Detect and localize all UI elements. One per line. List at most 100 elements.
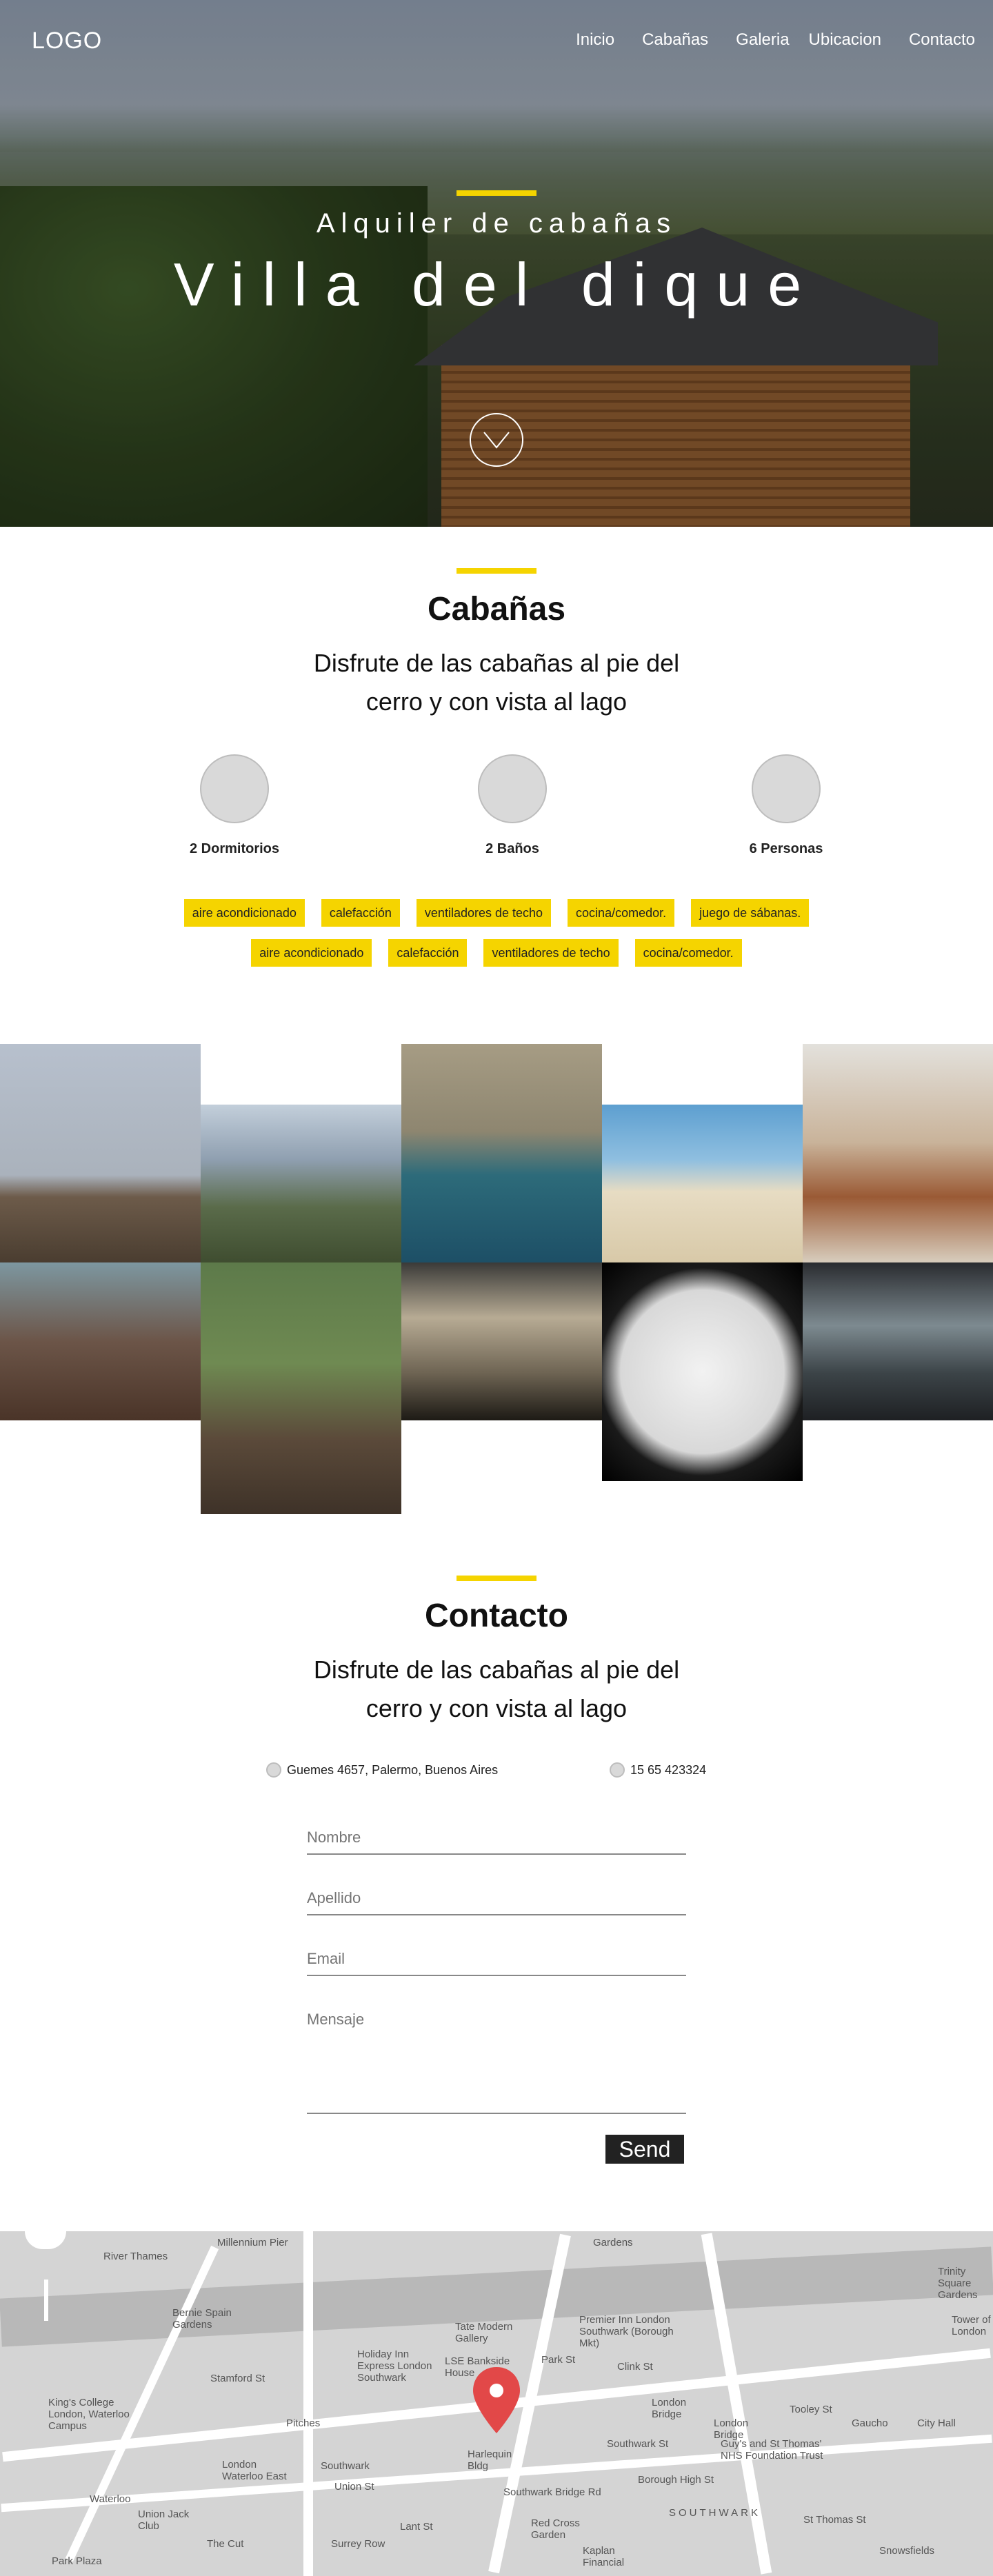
gallery-image-coast[interactable]: [401, 1044, 602, 1262]
scroll-down-button[interactable]: [470, 413, 523, 467]
feature-label: 2 Dormitorios: [189, 841, 280, 856]
phone-info: 15 65 423324: [610, 1762, 706, 1778]
map-label: Snowsfields: [879, 2545, 935, 2557]
map-label: The Cut: [207, 2538, 244, 2550]
map-label: Premier Inn London Southwark (Borough Mk…: [579, 2314, 674, 2349]
amenity-tag: cocina/comedor.: [568, 899, 675, 927]
nombre-field-wrap: [307, 1829, 686, 1855]
map-label: Park St: [541, 2354, 576, 2366]
send-button[interactable]: Send: [605, 2135, 684, 2164]
apellido-field[interactable]: [307, 1889, 686, 1907]
amenity-tag: calefacción: [388, 939, 468, 967]
map-label: Park Plaza: [52, 2555, 102, 2567]
map-label: Southwark: [321, 2460, 370, 2472]
gallery-image-pier[interactable]: [0, 1044, 201, 1262]
map-label: Millennium Pier: [217, 2237, 288, 2248]
map-label: Southwark Bridge Rd: [503, 2486, 601, 2498]
nav-link-galeria[interactable]: Galeria: [736, 30, 789, 50]
map-label: Union St: [334, 2481, 374, 2493]
cabanas-description: Disfrute de las cabañas al pie del cerro…: [313, 649, 680, 716]
map-label: Guy's and St Thomas' NHS Foundation Trus…: [721, 2438, 823, 2462]
map-label: London Bridge: [652, 2397, 687, 2420]
gallery-image-clock[interactable]: [602, 1262, 803, 1481]
contacto-description: Disfrute de las cabañas al pie del cerro…: [313, 1656, 680, 1722]
map-label: Tate Modern Gallery: [455, 2321, 513, 2344]
map-label: Holiday Inn Express London Southwark: [357, 2348, 432, 2384]
mensaje-field-wrap: [307, 2011, 686, 2114]
hero-section: LOGO Inicio Cabañas Galeria Ubicacion Co…: [0, 0, 993, 527]
mensaje-field[interactable]: [307, 2011, 686, 2114]
gallery-image-clouds[interactable]: [401, 1262, 602, 1420]
map-label: Lant St: [400, 2521, 433, 2533]
phone-text: 15 65 423324: [630, 1762, 707, 1777]
amenity-tag: juego de sábanas.: [691, 899, 810, 927]
location-map[interactable]: River Thames Millennium Pier Gardens Ber…: [0, 2231, 993, 2576]
amenity-tag: ventiladores de techo: [416, 899, 552, 927]
nav-links: Inicio Cabañas Galeria Ubicacion Contact…: [548, 30, 975, 50]
nav-link-inicio[interactable]: Inicio: [576, 30, 614, 50]
feature-label: 6 Personas: [749, 841, 823, 856]
hero-subtitle: Alquiler de cabañas: [316, 208, 677, 239]
map-pin-icon[interactable]: [471, 2366, 522, 2435]
map-label: Gardens: [593, 2237, 633, 2248]
nav-link-ubicacion[interactable]: Ubicacion: [809, 30, 881, 50]
map-label: City Hall: [917, 2417, 956, 2429]
gallery-image-highland-cow[interactable]: [803, 1044, 993, 1262]
map-label: London Bridge: [714, 2417, 749, 2441]
map-label: Clink St: [617, 2361, 653, 2373]
map-label: Trinity Square Gardens: [938, 2266, 978, 2301]
map-label: Pitches: [286, 2417, 321, 2429]
cabanas-section: Cabañas Disfrute de las cabañas al pie d…: [0, 527, 993, 1044]
feature-personas: 6 Personas: [717, 754, 855, 857]
hero-title: Villa del dique: [173, 250, 820, 319]
map-label: Bernie Spain Gardens: [172, 2307, 232, 2331]
amenity-tag: calefacción: [321, 899, 400, 927]
contacto-section: Contacto Disfrute de las cabañas al pie …: [0, 1540, 993, 2231]
map-label: Gaucho: [852, 2417, 888, 2429]
amenity-tags: aire acondicionado calefacción ventilado…: [0, 899, 993, 979]
map-label: St Thomas St: [803, 2514, 866, 2526]
address-text: Guemes 4657, Palermo, Buenos Aires: [287, 1762, 499, 1777]
bedroom-icon: [200, 754, 269, 823]
map-label: Union Jack Club: [138, 2508, 190, 2532]
gallery-image-coffee[interactable]: [0, 1262, 201, 1420]
map-label: Southwark St: [607, 2438, 669, 2450]
map-label: Borough High St: [638, 2474, 714, 2486]
map-label: Tooley St: [790, 2404, 832, 2415]
cabanas-title: Cabañas: [427, 591, 566, 627]
map-label: Red Cross Garden: [531, 2517, 580, 2541]
top-nav: LOGO Inicio Cabañas Galeria Ubicacion Co…: [0, 0, 993, 83]
apellido-field-wrap: [307, 1889, 686, 1915]
contacto-title: Contacto: [425, 1598, 568, 1634]
amenity-tag: cocina/comedor.: [634, 939, 742, 967]
amenity-tag: ventiladores de techo: [483, 939, 619, 967]
map-label: Stamford St: [210, 2373, 265, 2384]
map-label: River Thames: [103, 2251, 168, 2262]
section-accent-bar: [457, 1576, 536, 1581]
map-label: King's College London, Waterloo Campus: [48, 2397, 130, 2432]
map-label: Waterloo: [90, 2493, 131, 2505]
logo[interactable]: LOGO: [32, 28, 102, 54]
chevron-down-icon: [483, 432, 510, 449]
gallery-image-beach[interactable]: [602, 1105, 803, 1262]
map-pegman-icon[interactable]: [44, 2280, 48, 2321]
people-icon: [752, 754, 821, 823]
nav-link-contacto[interactable]: Contacto: [909, 30, 975, 50]
hero-accent-bar: [457, 190, 536, 196]
gallery-image-tunnel[interactable]: [803, 1262, 993, 1420]
feature-dormitorios: 2 Dormitorios: [166, 754, 303, 857]
amenity-tag: aire acondicionado: [183, 899, 305, 927]
map-label: Harlequin Bldg: [468, 2448, 512, 2472]
map-label: Tower of London: [952, 2314, 991, 2337]
nav-link-cabanas[interactable]: Cabañas: [642, 30, 708, 50]
location-icon: [266, 1762, 281, 1778]
email-field-wrap: [307, 1950, 686, 1976]
gallery-image-mountains[interactable]: [201, 1105, 401, 1262]
email-field[interactable]: [307, 1950, 686, 1968]
feature-banos: 2 Baños: [443, 754, 581, 857]
address-info: Guemes 4657, Palermo, Buenos Aires: [266, 1762, 498, 1778]
nombre-field[interactable]: [307, 1829, 686, 1847]
map-label: SOUTHWARK: [669, 2507, 761, 2519]
map-zoom-control[interactable]: [25, 2231, 66, 2249]
gallery-image-forest-path[interactable]: [201, 1262, 401, 1514]
